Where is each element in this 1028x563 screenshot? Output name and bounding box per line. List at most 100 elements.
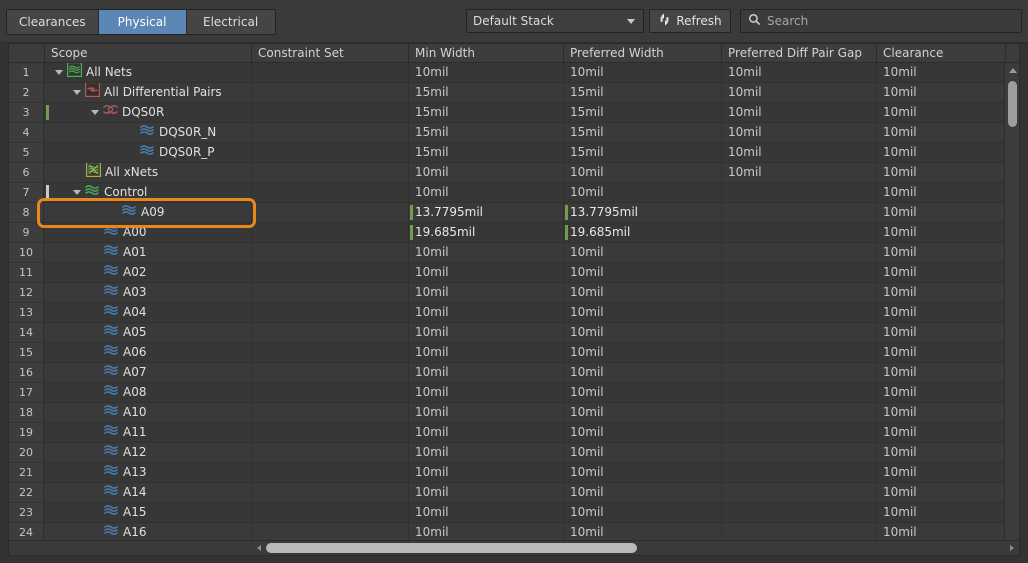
cell-scope[interactable]: DQS0R_P bbox=[45, 143, 252, 162]
cell-clearance[interactable]: 10mil bbox=[877, 123, 1006, 142]
cell-clearance[interactable]: 10mil bbox=[877, 83, 1006, 102]
table-row[interactable]: 8A0913.7795mil13.7795mil10mil bbox=[9, 203, 1019, 223]
cell-clearance[interactable]: 10mil bbox=[877, 363, 1006, 382]
cell-clearance[interactable]: 10mil bbox=[877, 483, 1006, 502]
table-row[interactable]: 15A0610mil10mil10mil bbox=[9, 343, 1019, 363]
cell-constraint_set[interactable] bbox=[252, 303, 409, 322]
cell-preferred_width[interactable]: 10mil bbox=[564, 263, 722, 282]
cell-min_width[interactable]: 10mil bbox=[409, 163, 564, 182]
cell-preferred_width[interactable]: 19.685mil bbox=[564, 223, 722, 242]
cell-preferred_width[interactable]: 10mil bbox=[564, 463, 722, 482]
cell-preferred_width[interactable]: 10mil bbox=[564, 183, 722, 202]
cell-preferred_width[interactable]: 15mil bbox=[564, 123, 722, 142]
table-row[interactable]: 11A0210mil10mil10mil bbox=[9, 263, 1019, 283]
chevron-down-icon[interactable] bbox=[91, 110, 99, 115]
scroll-right-icon[interactable] bbox=[1010, 545, 1014, 551]
cell-clearance[interactable]: 10mil bbox=[877, 383, 1006, 402]
cell-scope[interactable]: A15 bbox=[45, 503, 252, 522]
cell-constraint_set[interactable] bbox=[252, 423, 409, 442]
table-row[interactable]: 6All xNets10mil10mil10mil10mil bbox=[9, 163, 1019, 183]
cell-constraint_set[interactable] bbox=[252, 83, 409, 102]
cell-preferred_diff_pair_gap[interactable] bbox=[722, 223, 877, 242]
cell-constraint_set[interactable] bbox=[252, 183, 409, 202]
table-row[interactable]: 24A1610mil10mil10mil bbox=[9, 523, 1019, 540]
cell-min_width[interactable]: 15mil bbox=[409, 83, 564, 102]
cell-preferred_diff_pair_gap[interactable]: 10mil bbox=[722, 163, 877, 182]
chevron-down-icon[interactable] bbox=[73, 190, 81, 195]
cell-clearance[interactable]: 10mil bbox=[877, 263, 1006, 282]
scroll-left-icon[interactable] bbox=[257, 545, 261, 551]
cell-constraint_set[interactable] bbox=[252, 503, 409, 522]
cell-scope[interactable]: DQS0R bbox=[45, 103, 252, 122]
cell-constraint_set[interactable] bbox=[252, 383, 409, 402]
cell-clearance[interactable]: 10mil bbox=[877, 243, 1006, 262]
cell-clearance[interactable]: 10mil bbox=[877, 323, 1006, 342]
table-row[interactable]: 18A1010mil10mil10mil bbox=[9, 403, 1019, 423]
cell-constraint_set[interactable] bbox=[252, 263, 409, 282]
cell-scope[interactable]: A09 bbox=[45, 203, 252, 222]
cell-scope[interactable]: A08 bbox=[45, 383, 252, 402]
cell-constraint_set[interactable] bbox=[252, 63, 409, 82]
cell-preferred_diff_pair_gap[interactable] bbox=[722, 183, 877, 202]
cell-constraint_set[interactable] bbox=[252, 363, 409, 382]
cell-preferred_width[interactable]: 10mil bbox=[564, 163, 722, 182]
cell-preferred_width[interactable]: 10mil bbox=[564, 383, 722, 402]
column-header-preferred_diff_pair_gap[interactable]: Preferred Diff Pair Gap bbox=[722, 44, 877, 62]
cell-preferred_width[interactable]: 13.7795mil bbox=[564, 203, 722, 222]
cell-scope[interactable]: A06 bbox=[45, 343, 252, 362]
cell-min_width[interactable]: 10mil bbox=[409, 363, 564, 382]
cell-clearance[interactable]: 10mil bbox=[877, 423, 1006, 442]
cell-clearance[interactable]: 10mil bbox=[877, 463, 1006, 482]
cell-preferred_width[interactable]: 10mil bbox=[564, 363, 722, 382]
cell-scope[interactable]: A02 bbox=[45, 263, 252, 282]
table-row[interactable]: 13A0410mil10mil10mil bbox=[9, 303, 1019, 323]
cell-preferred_diff_pair_gap[interactable] bbox=[722, 343, 877, 362]
cell-clearance[interactable]: 10mil bbox=[877, 103, 1006, 122]
table-row[interactable]: 10A0110mil10mil10mil bbox=[9, 243, 1019, 263]
cell-preferred_width[interactable]: 10mil bbox=[564, 63, 722, 82]
column-header-preferred_width[interactable]: Preferred Width bbox=[564, 44, 722, 62]
cell-preferred_width[interactable]: 10mil bbox=[564, 283, 722, 302]
cell-constraint_set[interactable] bbox=[252, 123, 409, 142]
cell-min_width[interactable]: 15mil bbox=[409, 123, 564, 142]
table-row[interactable]: 4DQS0R_N15mil15mil10mil10mil bbox=[9, 123, 1019, 143]
cell-clearance[interactable]: 10mil bbox=[877, 523, 1006, 540]
tab-electrical[interactable]: Electrical bbox=[187, 10, 275, 34]
cell-preferred_width[interactable]: 10mil bbox=[564, 503, 722, 522]
column-header-clearance[interactable]: Clearance bbox=[877, 44, 1006, 62]
cell-preferred_diff_pair_gap[interactable] bbox=[722, 443, 877, 462]
cell-min_width[interactable]: 10mil bbox=[409, 63, 564, 82]
cell-min_width[interactable]: 15mil bbox=[409, 103, 564, 122]
table-row[interactable]: 12A0310mil10mil10mil bbox=[9, 283, 1019, 303]
cell-preferred_diff_pair_gap[interactable] bbox=[722, 503, 877, 522]
cell-preferred_width[interactable]: 10mil bbox=[564, 323, 722, 342]
horizontal-scrollbar[interactable] bbox=[8, 540, 1020, 556]
cell-preferred_diff_pair_gap[interactable] bbox=[722, 283, 877, 302]
cell-scope[interactable]: A03 bbox=[45, 283, 252, 302]
cell-preferred_width[interactable]: 15mil bbox=[564, 103, 722, 122]
cell-constraint_set[interactable] bbox=[252, 203, 409, 222]
cell-constraint_set[interactable] bbox=[252, 143, 409, 162]
table-row[interactable]: 19A1110mil10mil10mil bbox=[9, 423, 1019, 443]
cell-min_width[interactable]: 10mil bbox=[409, 423, 564, 442]
horizontal-scrollbar-thumb[interactable] bbox=[266, 543, 637, 553]
table-row[interactable]: 17A0810mil10mil10mil bbox=[9, 383, 1019, 403]
search-box[interactable] bbox=[740, 9, 1022, 33]
cell-min_width[interactable]: 10mil bbox=[409, 183, 564, 202]
cell-min_width[interactable]: 10mil bbox=[409, 383, 564, 402]
cell-preferred_diff_pair_gap[interactable] bbox=[722, 303, 877, 322]
cell-min_width[interactable]: 10mil bbox=[409, 523, 564, 540]
cell-constraint_set[interactable] bbox=[252, 283, 409, 302]
cell-constraint_set[interactable] bbox=[252, 403, 409, 422]
cell-preferred_width[interactable]: 10mil bbox=[564, 243, 722, 262]
cell-min_width[interactable]: 10mil bbox=[409, 283, 564, 302]
column-header-min_width[interactable]: Min Width bbox=[409, 44, 564, 62]
cell-scope[interactable]: A10 bbox=[45, 403, 252, 422]
cell-min_width[interactable]: 10mil bbox=[409, 503, 564, 522]
cell-min_width[interactable]: 10mil bbox=[409, 463, 564, 482]
cell-scope[interactable]: A05 bbox=[45, 323, 252, 342]
table-row[interactable]: 21A1310mil10mil10mil bbox=[9, 463, 1019, 483]
cell-scope[interactable]: A07 bbox=[45, 363, 252, 382]
table-row[interactable]: 7Control10mil10mil10mil bbox=[9, 183, 1019, 203]
column-header-rownum[interactable] bbox=[9, 44, 45, 62]
